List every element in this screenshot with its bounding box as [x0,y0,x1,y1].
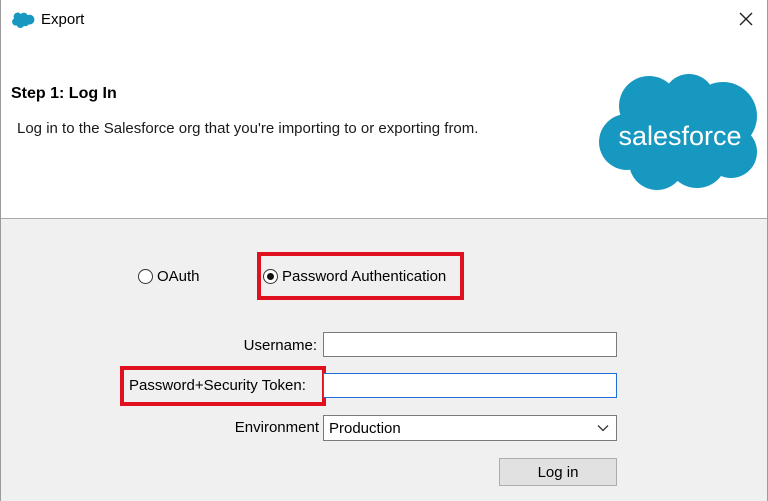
export-window: Export Step 1: Log In Log in to the Sale… [0,0,768,501]
username-input[interactable] [323,332,617,357]
close-button[interactable] [731,4,761,34]
username-label: Username: [243,337,317,354]
oauth-radio-circle[interactable] [138,268,153,284]
login-panel: OAuth Password Authentication Username: … [1,219,767,501]
password-auth-radio-label: Password Authentication [282,267,447,285]
password-token-input[interactable] [323,373,617,398]
step-description: Log in to the Salesforce org that you're… [17,120,479,137]
login-button[interactable]: Log in [499,458,617,486]
window-title: Export [41,11,85,28]
logo-text: salesforce [618,121,741,151]
step-title: Step 1: Log In [11,85,117,102]
step-header: Step 1: Log In Log in to the Salesforce … [1,40,767,219]
salesforce-logo: salesforce [599,74,757,190]
salesforce-cloud-icon [12,12,35,28]
title-bar: Export [1,0,767,40]
oauth-radio-label: OAuth [157,267,200,285]
environment-select[interactable]: Production [323,415,617,441]
chevron-down-icon [597,425,609,432]
password-auth-radio-circle[interactable] [263,268,278,284]
environment-label: Environment [234,419,319,436]
oauth-radio[interactable]: OAuth [138,265,200,287]
password-auth-radio[interactable]: Password Authentication [263,265,446,287]
close-icon [739,12,753,26]
environment-selected-value: Production [329,419,401,437]
password-token-label: Password+Security Token: [129,377,306,394]
